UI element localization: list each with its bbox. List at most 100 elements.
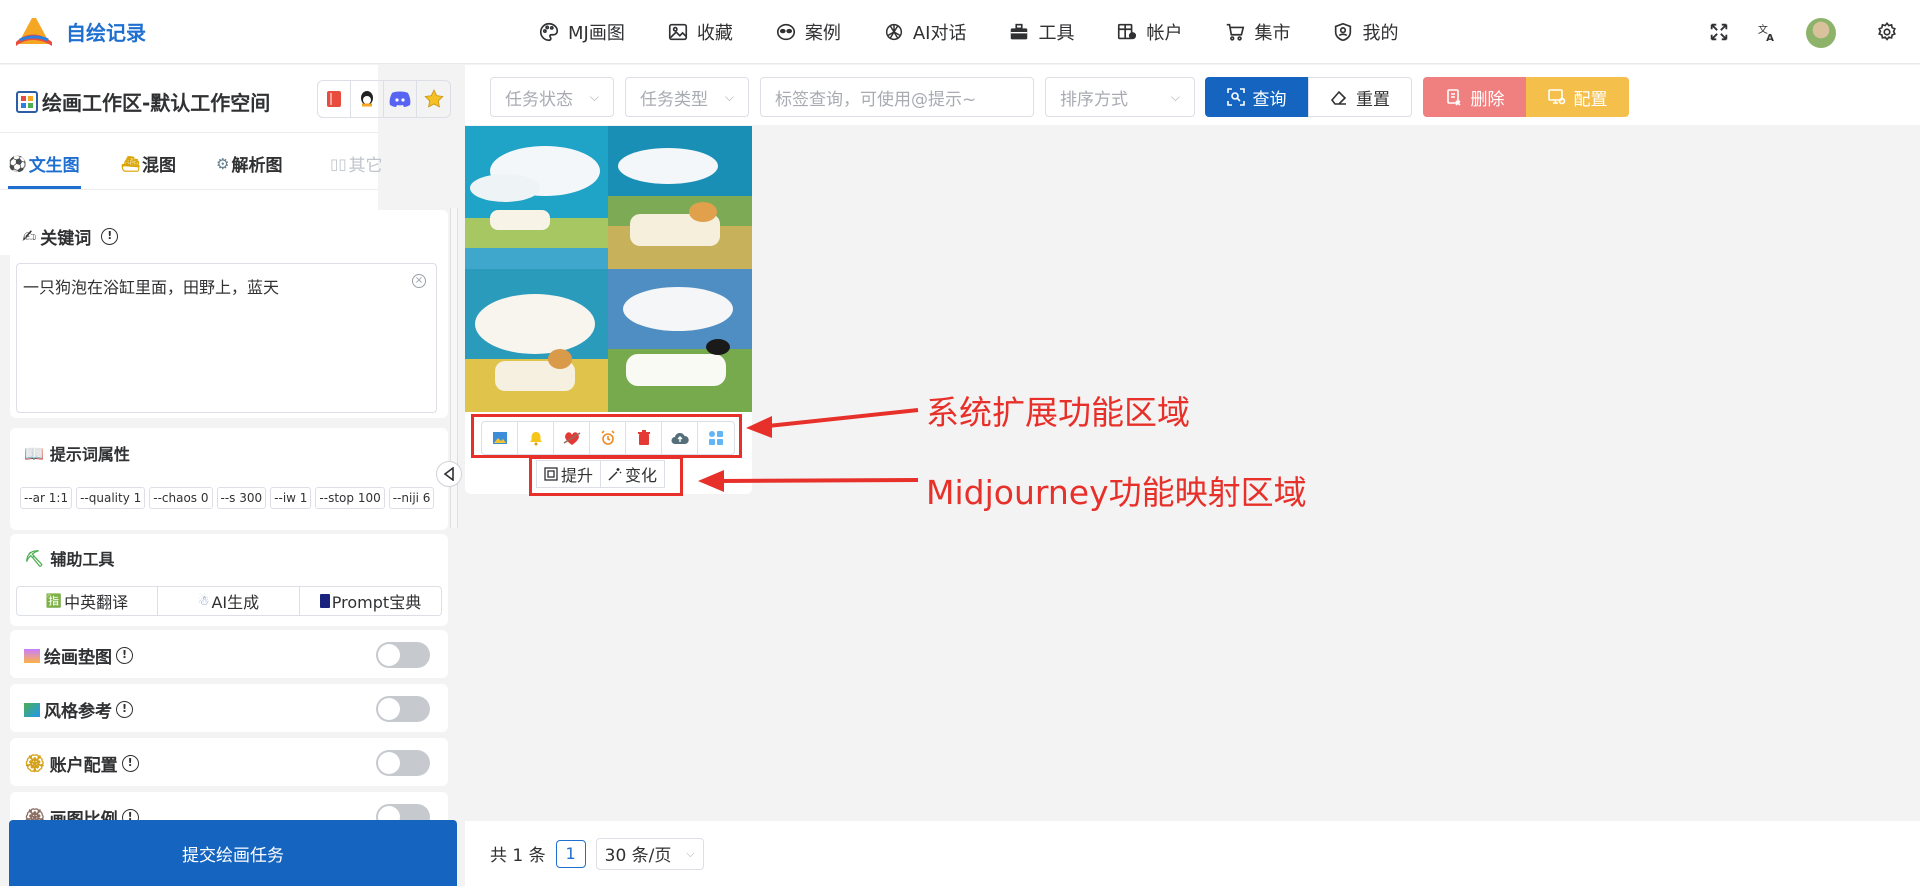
star-icon[interactable]	[417, 81, 450, 117]
chevron-down-icon: ⌵	[589, 89, 599, 104]
result-image-1[interactable]	[465, 126, 608, 269]
nav-item-mine[interactable]: 我的	[1332, 19, 1398, 45]
page-number-current[interactable]: 1	[555, 839, 586, 868]
delete-button[interactable]: 删除	[1423, 77, 1526, 117]
style-reference-switch[interactable]	[376, 696, 430, 722]
sort-select[interactable]: 排序方式 ⌵	[1045, 77, 1195, 117]
nav-item-tools[interactable]: 工具	[1008, 19, 1074, 45]
prompt-attr-chips: --ar 1:1 --quality 1 --chaos 0 --s 300 -…	[20, 487, 435, 509]
chip-iw[interactable]: --iw 1	[270, 487, 312, 509]
nav-item-ai-chat[interactable]: AI对话	[883, 19, 967, 45]
app-logo[interactable]: 自绘记录	[14, 14, 146, 48]
ai-generate-button[interactable]: ☃ AI生成	[158, 586, 300, 616]
result-image-3[interactable]	[465, 269, 608, 412]
toggle-row-reference-image: 绘画垫图!	[10, 630, 448, 678]
settings-icon[interactable]	[1876, 21, 1898, 43]
nav-item-cases[interactable]: 案例	[775, 19, 841, 45]
workspace-header: 绘画工作区-默认工作空间	[0, 65, 451, 133]
book-icon[interactable]	[318, 81, 351, 117]
account-config-switch[interactable]	[376, 750, 430, 776]
workspace-title-text: 绘画工作区-默认工作空间	[42, 91, 271, 115]
ai-generate-label: AI生成	[211, 593, 260, 612]
translate-icon[interactable]: 文A	[1756, 21, 1778, 43]
nav-item-market[interactable]: 集市	[1224, 19, 1290, 45]
submit-task-label: 提交绘画任务	[182, 845, 284, 866]
nav-item-favorites[interactable]: 收藏	[667, 19, 733, 45]
prompt-attrs-title: 📖 提示词属性	[24, 441, 130, 465]
chip-stop[interactable]: --stop 100	[315, 487, 385, 509]
reset-label: 重置	[1356, 89, 1390, 110]
type-select[interactable]: 任务类型 ⌵	[625, 77, 749, 117]
fullscreen-icon[interactable]	[1708, 21, 1730, 43]
nav-label: 集市	[1254, 23, 1291, 44]
app-title: 自绘记录	[66, 20, 146, 45]
info-icon[interactable]: !	[116, 647, 133, 664]
medal-icon: 🏵	[24, 753, 46, 774]
nav-label: 工具	[1038, 23, 1075, 44]
pagination: 共 1 条 1 30 条/页 ⌵	[465, 821, 1920, 886]
scan-search-icon	[1226, 88, 1245, 106]
reset-button[interactable]: 重置	[1308, 77, 1412, 117]
toggle-label-text: 风格参考	[44, 702, 112, 722]
page-size-select[interactable]: 30 条/页 ⌵	[595, 837, 704, 870]
main-nav: MJ画图 收藏 案例 AI对话 工具 帐户 集市 我的	[538, 0, 1398, 64]
translate-button[interactable]: 🈯 中英翻译	[16, 586, 158, 616]
submarine-icon: ⛴	[121, 154, 141, 173]
reference-image-switch[interactable]	[376, 642, 430, 668]
system-extension-highlight	[471, 414, 742, 458]
prompt-book-label: Prompt宝典	[331, 593, 422, 612]
result-image-2[interactable]	[608, 126, 752, 269]
robot-icon: ⚙	[216, 154, 230, 173]
nav-item-mj-draw[interactable]: MJ画图	[538, 19, 625, 45]
toggle-label: 绘画垫图!	[24, 643, 133, 668]
result-image-4[interactable]	[608, 269, 752, 412]
chip-stylize[interactable]: --s 300	[216, 487, 267, 509]
submit-task-button[interactable]: 提交绘画任务	[9, 820, 457, 886]
collapse-sidebar-button[interactable]	[436, 461, 462, 487]
info-icon[interactable]: !	[101, 228, 119, 245]
status-select[interactable]: 任务状态 ⌵	[490, 77, 614, 117]
bowling-icon: ▯▯	[330, 154, 347, 173]
tab-blend[interactable]: ⛴ 混图	[121, 151, 176, 177]
eraser-icon	[1330, 90, 1347, 105]
midjourney-annotation: Midjourney功能映射区域	[926, 473, 1307, 512]
toggle-row-account-config: 🏵 账户配置!	[10, 738, 448, 786]
tab-describe[interactable]: ⚙ 解析图	[216, 151, 283, 177]
chip-quality[interactable]: --quality 1	[76, 487, 146, 509]
avatar[interactable]	[1806, 18, 1836, 48]
nav-item-account[interactable]: 帐户	[1116, 19, 1182, 45]
result-image-grid[interactable]	[465, 126, 752, 412]
info-icon[interactable]: !	[121, 755, 139, 772]
palette-icon	[540, 22, 559, 42]
chip-ar[interactable]: --ar 1:1	[20, 487, 73, 509]
chip-chaos[interactable]: --chaos 0	[149, 487, 213, 509]
nav-label: AI对话	[912, 23, 967, 44]
qq-icon[interactable]	[351, 81, 384, 117]
clear-icon[interactable]: ×	[412, 274, 426, 288]
config-button[interactable]: 配置	[1526, 77, 1629, 117]
aux-tools-buttons: 🈯 中英翻译 ☃ AI生成 Prompt宝典	[16, 586, 442, 616]
delete-label: 删除	[1470, 89, 1505, 110]
image-icon	[668, 23, 687, 41]
user-shield-icon	[1335, 22, 1352, 42]
keyword-textarea[interactable]: 一只狗泡在浴缸里面，田野上，蓝天	[16, 263, 437, 413]
svg-text:A: A	[1766, 33, 1774, 43]
book-icon	[319, 594, 330, 608]
status-placeholder: 任务状态	[505, 89, 573, 110]
logo-icon	[16, 18, 52, 46]
search-button[interactable]: 查询	[1205, 77, 1308, 117]
search-label: 查询	[1252, 89, 1287, 110]
tag-search-input[interactable]: 标签查询，可使用@提示~	[760, 77, 1034, 117]
discord-icon[interactable]	[384, 81, 417, 117]
prompt-book-button[interactable]: Prompt宝典	[300, 586, 442, 616]
chip-niji[interactable]: --niji 6	[388, 487, 435, 509]
toggle-label: 风格参考!	[24, 697, 133, 722]
pen-icon: ✍	[22, 226, 37, 247]
translate-icon: 🈯	[45, 593, 63, 609]
alien-icon	[776, 23, 795, 41]
tab-text-to-image[interactable]: ⚽ 文生图	[8, 151, 80, 177]
info-icon[interactable]: !	[116, 701, 133, 718]
tab-label: 解析图	[231, 156, 283, 176]
chevron-down-icon: ⌵	[1170, 89, 1180, 104]
toggle-label-text: 账户配置	[49, 756, 118, 776]
